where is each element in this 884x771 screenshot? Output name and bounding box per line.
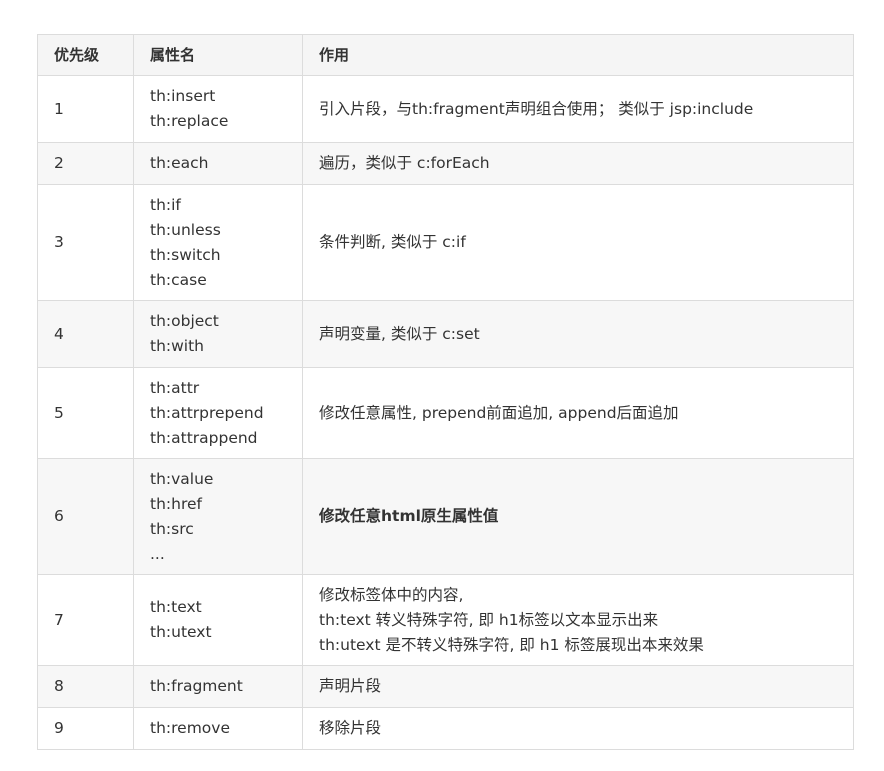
table-body: 1 th:insert th:replace 引入片段，与th:fragment… bbox=[37, 75, 854, 750]
table-row: 4 th:object th:with 声明变量, 类似于 c:set bbox=[37, 300, 854, 368]
priority-cell: 6 bbox=[37, 458, 134, 575]
attribute-name: th:value bbox=[150, 469, 214, 488]
thymeleaf-attribute-priority-table: 优先级 属性名 作用 1 th:insert th:replace 引入片段，与… bbox=[37, 34, 854, 750]
table-row: 5 th:attr th:attrprepend th:attrappend 修… bbox=[37, 367, 854, 459]
attribute-name: th:remove bbox=[150, 719, 230, 737]
effect-text: 遍历，类似于 c:forEach bbox=[319, 154, 490, 172]
effect-cell: 修改标签体中的内容, th:text 转义特殊字符, 即 h1标签以文本显示出来… bbox=[302, 574, 854, 666]
priority-cell: 7 bbox=[37, 574, 134, 666]
table-header: 优先级 属性名 作用 bbox=[37, 34, 854, 76]
effect-text: 移除片段 bbox=[319, 719, 382, 737]
attribute-name: th:fragment bbox=[150, 677, 243, 695]
table-row: 9 th:remove 移除片段 bbox=[37, 707, 854, 750]
priority-cell: 3 bbox=[37, 184, 134, 301]
priority-cell: 5 bbox=[37, 367, 134, 459]
attribute-cell: th:each bbox=[133, 142, 303, 185]
priority-cell: 1 bbox=[37, 75, 134, 143]
priority-cell: 8 bbox=[37, 665, 134, 708]
priority-cell: 9 bbox=[37, 707, 134, 750]
effect-cell: 修改任意属性, prepend前面追加, append后面追加 bbox=[302, 367, 854, 459]
attribute-name: th:object bbox=[150, 312, 219, 330]
effect-cell: 修改任意html原生属性值 bbox=[302, 458, 854, 575]
header-priority: 优先级 bbox=[37, 34, 134, 76]
attribute-cell: th:object th:with bbox=[133, 300, 303, 368]
table-row: 7 th:text th:utext 修改标签体中的内容, th:text 转义… bbox=[37, 574, 854, 666]
ellipsis: ... bbox=[150, 544, 165, 563]
attribute-name: th:each bbox=[150, 154, 209, 172]
table-row: 8 th:fragment 声明片段 bbox=[37, 665, 854, 708]
attribute-cell: th:text th:utext bbox=[133, 574, 303, 666]
attribute-cell: th:value th:href th:src ... bbox=[133, 458, 303, 575]
attribute-name: th:attrprepend bbox=[150, 403, 264, 422]
header-effect: 作用 bbox=[302, 34, 854, 76]
effect-text: 声明片段 bbox=[319, 677, 382, 695]
effect-cell: 条件判断, 类似于 c:if bbox=[302, 184, 854, 301]
effect-text: th:utext 是不转义特殊字符, 即 h1 标签展现出本来效果 bbox=[319, 635, 704, 654]
attribute-name: th:replace bbox=[150, 112, 229, 130]
attribute-name: th:case bbox=[150, 270, 207, 289]
attribute-name: th:src bbox=[150, 519, 194, 538]
attribute-cell: th:insert th:replace bbox=[133, 75, 303, 143]
attribute-name: th:attrappend bbox=[150, 428, 258, 447]
attribute-name: th:utext bbox=[150, 623, 212, 641]
effect-cell: 声明片段 bbox=[302, 665, 854, 708]
attribute-name: th:with bbox=[150, 337, 205, 355]
attribute-cell: th:if th:unless th:switch th:case bbox=[133, 184, 303, 301]
header-row: 优先级 属性名 作用 bbox=[37, 34, 854, 76]
attribute-cell: th:attr th:attrprepend th:attrappend bbox=[133, 367, 303, 459]
effect-text: 修改标签体中的内容, bbox=[319, 585, 464, 604]
effect-text: 修改任意属性, prepend前面追加, append后面追加 bbox=[319, 403, 679, 422]
priority-table-container: 优先级 属性名 作用 1 th:insert th:replace 引入片段，与… bbox=[37, 34, 854, 750]
header-attribute-name: 属性名 bbox=[133, 34, 303, 76]
table-row: 6 th:value th:href th:src ... 修改任意html原生… bbox=[37, 458, 854, 575]
effect-cell: 遍历，类似于 c:forEach bbox=[302, 142, 854, 185]
priority-cell: 4 bbox=[37, 300, 134, 368]
effect-text: 修改任意html原生属性值 bbox=[319, 507, 499, 525]
effect-cell: 引入片段，与th:fragment声明组合使用； 类似于 jsp:include bbox=[302, 75, 854, 143]
table-row: 2 th:each 遍历，类似于 c:forEach bbox=[37, 142, 854, 185]
effect-text: 声明变量, 类似于 c:set bbox=[319, 324, 480, 343]
effect-text: 引入片段，与th:fragment声明组合使用； 类似于 jsp:include bbox=[319, 99, 754, 118]
effect-cell: 移除片段 bbox=[302, 707, 854, 750]
attribute-name: th:if bbox=[150, 195, 181, 214]
attribute-cell: th:fragment bbox=[133, 665, 303, 708]
attribute-cell: th:remove bbox=[133, 707, 303, 750]
attribute-name: th:href bbox=[150, 494, 202, 513]
effect-cell: 声明变量, 类似于 c:set bbox=[302, 300, 854, 368]
effect-text: 条件判断, 类似于 c:if bbox=[319, 233, 466, 251]
attribute-name: th:insert bbox=[150, 87, 216, 105]
priority-cell: 2 bbox=[37, 142, 134, 185]
attribute-name: th:attr bbox=[150, 378, 200, 397]
table-row: 3 th:if th:unless th:switch th:case 条件判断… bbox=[37, 184, 854, 301]
attribute-name: th:unless bbox=[150, 220, 221, 239]
attribute-name: th:text bbox=[150, 598, 202, 616]
effect-text: th:text 转义特殊字符, 即 h1标签以文本显示出来 bbox=[319, 610, 659, 629]
table-row: 1 th:insert th:replace 引入片段，与th:fragment… bbox=[37, 75, 854, 143]
attribute-name: th:switch bbox=[150, 245, 221, 264]
